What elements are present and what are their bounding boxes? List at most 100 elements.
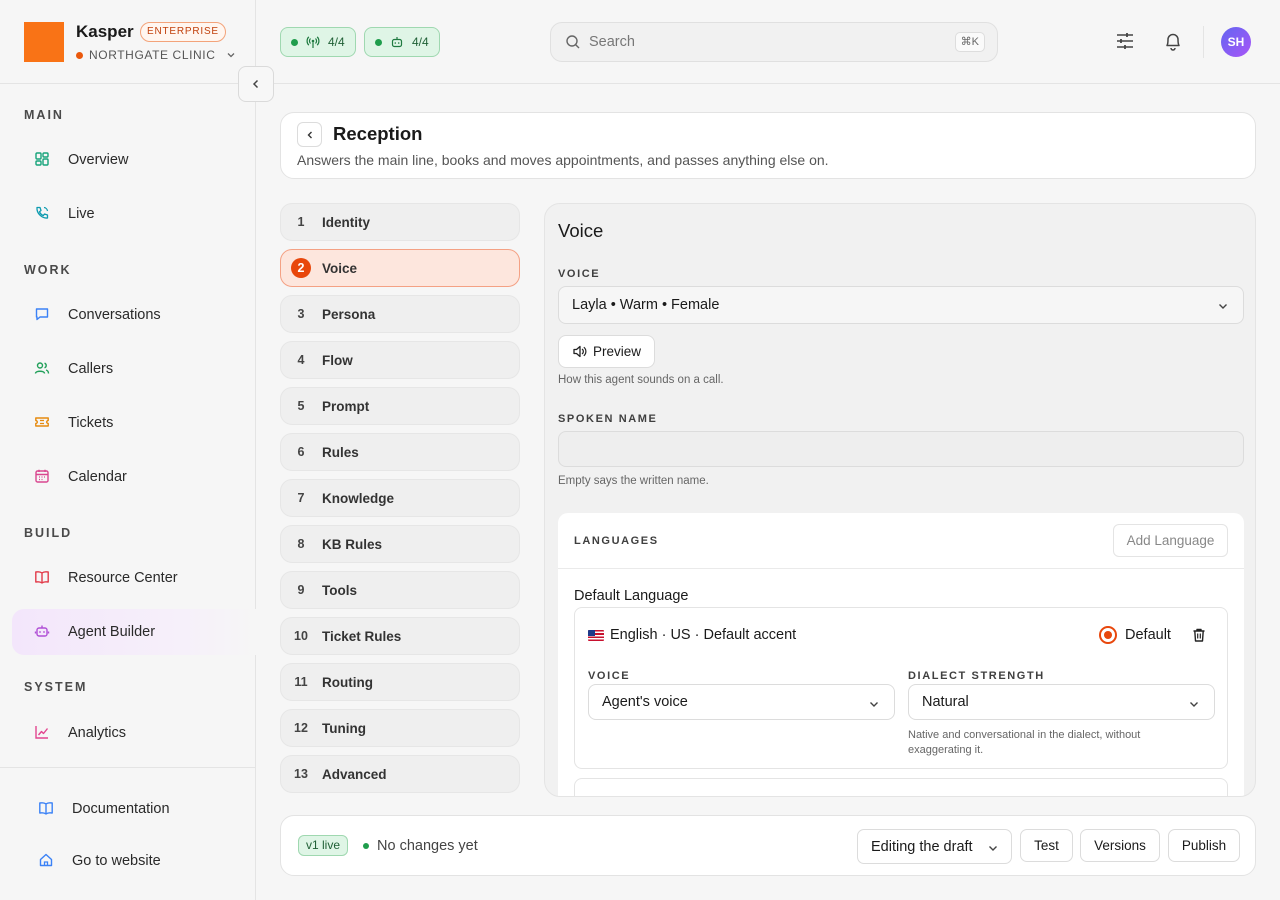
collapse-sidebar-button[interactable] (238, 66, 274, 102)
step-number: 11 (294, 675, 308, 689)
grid-icon (35, 152, 49, 166)
status-pill-value: 4/4 (328, 35, 345, 49)
sidebar-item-label: Tickets (68, 415, 114, 431)
top-header: 4/4 4/4 ⌘K SH (256, 0, 1280, 84)
users-icon (34, 362, 50, 374)
sidebar-item-label: Documentation (72, 801, 170, 817)
edit-mode-select[interactable]: Editing the draft (857, 829, 1012, 864)
avatar[interactable]: SH (1221, 27, 1251, 57)
nav-section-build: BUILD (24, 526, 73, 540)
sidebar-item-label: Agent Builder (68, 624, 156, 640)
step-number: 1 (297, 215, 305, 229)
sidebar-item-documentation[interactable]: Documentation (16, 786, 256, 832)
versions-button[interactable]: Versions (1080, 829, 1160, 862)
step-tuning[interactable]: 12 Tuning (280, 709, 520, 747)
ticket-icon (35, 417, 49, 427)
step-label: Flow (322, 352, 353, 368)
voice-help-text: How this agent sounds on a call. (558, 374, 724, 386)
edit-mode-value: Editing the draft (871, 838, 973, 855)
sliders-icon[interactable] (1114, 30, 1136, 52)
step-rules[interactable]: 6 Rules (280, 433, 520, 471)
languages-header: LANGUAGES Add Language (558, 513, 1244, 569)
step-number: 10 (294, 629, 308, 643)
trash-icon[interactable] (1191, 627, 1207, 643)
step-flow[interactable]: 4 Flow (280, 341, 520, 379)
voice-label: VOICE (558, 268, 601, 280)
sidebar-item-analytics[interactable]: Analytics (12, 710, 256, 756)
sidebar-item-tickets[interactable]: Tickets (12, 400, 256, 446)
step-identity[interactable]: 1 Identity (280, 203, 520, 241)
sidebar-item-overview[interactable]: Overview (12, 137, 256, 183)
dialect-strength-select[interactable]: Natural (908, 684, 1215, 720)
change-status-text: No changes yet (377, 838, 478, 854)
step-persona[interactable]: 3 Persona (280, 295, 520, 333)
sidebar-item-callers[interactable]: Callers (12, 346, 256, 392)
dialect-help-text: Native and conversational in the dialect… (908, 729, 1141, 756)
sidebar-item-agent-builder[interactable]: Agent Builder (12, 609, 256, 655)
chevron-down-icon (1190, 702, 1198, 707)
languages-card: LANGUAGES Add Language Default Language … (558, 513, 1244, 796)
sidebar-item-go-to-website[interactable]: Go to website (16, 838, 256, 884)
step-kb-rules[interactable]: 8 KB Rules (280, 525, 520, 563)
sidebar-item-calendar[interactable]: Calendar (12, 454, 256, 500)
status-pill-agents[interactable]: 4/4 (364, 27, 440, 57)
default-radio-label: Default (1125, 627, 1171, 643)
sidebar-item-resource-center[interactable]: Resource Center (12, 555, 256, 601)
add-language-button[interactable]: Add Language (1113, 524, 1228, 557)
sidebar-footer: Documentation Go to website (0, 767, 256, 900)
search-bar[interactable]: ⌘K (550, 22, 998, 62)
calendar-icon (35, 469, 49, 483)
org-switcher[interactable]: NORTHGATE CLINIC (76, 48, 236, 62)
preview-button[interactable]: Preview (558, 335, 655, 368)
step-knowledge[interactable]: 7 Knowledge (280, 479, 520, 517)
status-pill-channels[interactable]: 4/4 (280, 27, 356, 57)
sidebar-item-label: Live (68, 206, 95, 222)
nav-section-work: WORK (24, 263, 72, 277)
step-label: Tools (322, 582, 357, 598)
sidebar-item-label: Analytics (68, 725, 127, 741)
spoken-name-input[interactable] (558, 431, 1244, 467)
search-shortcut-hint: ⌘K (954, 32, 985, 52)
panel-title: Voice (558, 220, 604, 241)
test-button[interactable]: Test (1020, 829, 1073, 862)
antenna-icon (306, 36, 320, 48)
back-button[interactable] (297, 122, 322, 147)
page-title: Reception (333, 123, 423, 144)
home-icon (39, 853, 53, 867)
step-advanced[interactable]: 13 Advanced (280, 755, 520, 793)
page-header-card: Reception Answers the main line, books a… (280, 112, 1256, 179)
chevron-down-icon (989, 846, 997, 851)
org-name: NORTHGATE CLINIC (89, 48, 216, 62)
phone-icon (36, 206, 49, 219)
sidebar-item-conversations[interactable]: Conversations (12, 292, 256, 338)
speaker-icon (573, 345, 587, 358)
status-dot (375, 38, 382, 46)
language-voice-select[interactable]: Agent's voice (588, 684, 895, 720)
step-ticket-rules[interactable]: 10 Ticket Rules (280, 617, 520, 655)
step-routing[interactable]: 11 Routing (280, 663, 520, 701)
sidebar-item-live[interactable]: Live (12, 191, 256, 237)
step-label: Rules (322, 444, 359, 460)
search-input[interactable] (589, 34, 929, 50)
preview-label: Preview (592, 344, 641, 359)
step-prompt[interactable]: 5 Prompt (280, 387, 520, 425)
step-tools[interactable]: 9 Tools (280, 571, 520, 609)
page-subtitle: Answers the main line, books and moves a… (297, 152, 829, 168)
search-icon (566, 35, 580, 49)
sidebar-item-label: Overview (68, 152, 129, 168)
step-number: 6 (297, 445, 305, 459)
languages-title: LANGUAGES (574, 535, 659, 547)
publish-button[interactable]: Publish (1168, 829, 1240, 862)
voice-panel: Voice VOICE Layla • Warm • Female Previe… (544, 203, 1256, 797)
step-voice[interactable]: 2 Voice (280, 249, 520, 287)
step-label: Persona (322, 306, 376, 322)
version-badge: v1 live (298, 835, 349, 856)
bell-icon[interactable] (1162, 30, 1184, 52)
org-status-dot (76, 51, 83, 59)
chart-icon (35, 726, 49, 739)
voice-select[interactable]: Layla • Warm • Female (558, 286, 1244, 324)
sidebar-item-label: Go to website (72, 853, 161, 869)
dialect-strength-label: DIALECT STRENGTH (908, 670, 1045, 682)
default-radio[interactable] (1099, 626, 1117, 644)
brand-header: Kasper ENTERPRISE NORTHGATE CLINIC (0, 0, 255, 84)
